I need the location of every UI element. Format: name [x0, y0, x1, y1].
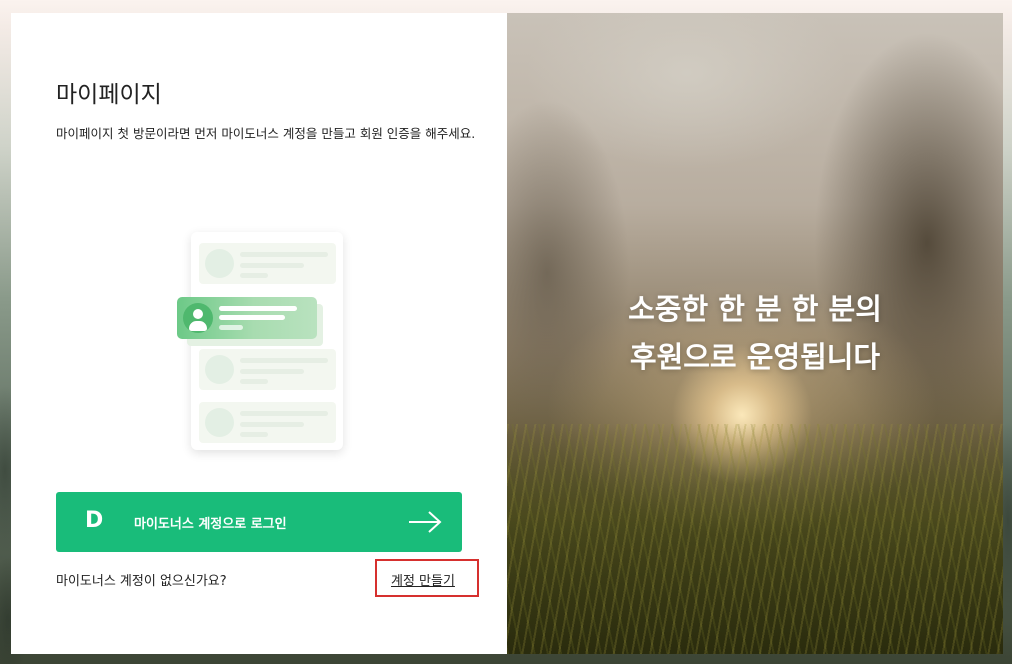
signup-highlight-box: 계정 만들기 [375, 559, 479, 597]
arrow-right-icon [409, 511, 442, 533]
user-avatar-icon [183, 303, 213, 333]
login-panel: 마이페이지 마이페이지 첫 방문이라면 먼저 마이도너스 계정을 만들고 회원 … [11, 13, 507, 654]
mydonors-login-button[interactable]: D 마이도너스 계정으로 로그인 [56, 492, 462, 552]
highlighted-profile-card [177, 297, 327, 346]
list-item [199, 402, 336, 443]
create-account-link[interactable]: 계정 만들기 [391, 570, 455, 589]
hero-message: 소중한 한 분 한 분의 후원으로 운영됩니다 [507, 285, 1003, 381]
list-item [199, 243, 336, 284]
list-item [199, 349, 336, 390]
hero-message-line1: 소중한 한 분 한 분의 [628, 292, 882, 326]
grass-field-image [507, 424, 1003, 654]
page-description: 마이페이지 첫 방문이라면 먼저 마이도너스 계정을 만들고 회원 인증을 해주… [56, 126, 476, 141]
hero-image-panel: 소중한 한 분 한 분의 후원으로 운영됩니다 [507, 13, 1003, 654]
no-account-text: 마이도너스 계정이 없으신가요? [56, 574, 227, 589]
hero-message-line2: 후원으로 운영됩니다 [629, 340, 881, 374]
login-button-label: 마이도너스 계정으로 로그인 [134, 517, 287, 532]
page-title: 마이페이지 [56, 82, 162, 108]
mydonors-logo-icon: D [85, 508, 104, 533]
profile-illustration [174, 231, 344, 453]
